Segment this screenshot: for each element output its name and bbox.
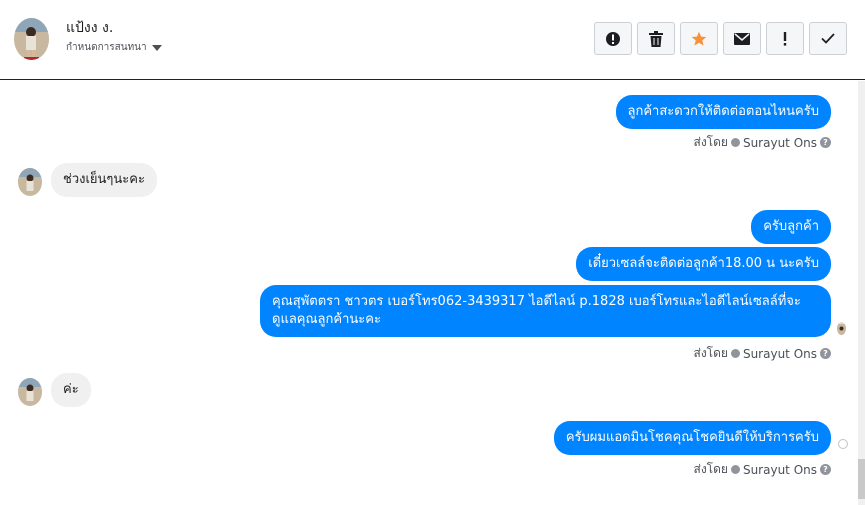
report-button[interactable] [594,22,632,55]
incoming-message[interactable]: ค่ะ [51,373,91,407]
sent-by-label: ส่งโดย [693,135,728,149]
sender-name[interactable]: Surayut Ons [743,347,817,361]
done-button[interactable] [809,22,847,55]
contact-avatar[interactable] [14,18,49,60]
outgoing-message[interactable]: ครับผมแอดมินโชคคุณโชคยินดีให้บริการครับ [553,421,831,455]
delivered-check-icon [838,439,848,449]
sent-by-info: ส่งโดย Surayut Ons ? [693,133,831,152]
contact-avatar-small[interactable] [18,378,42,406]
conversation-settings-label: กำหนดการสนทนา [66,42,147,53]
delete-button[interactable] [637,22,675,55]
star-button[interactable] [680,22,718,55]
envelope-icon [734,32,750,45]
star-icon [691,31,707,46]
sender-name[interactable]: Surayut Ons [743,463,817,477]
help-icon[interactable]: ? [820,348,831,359]
check-icon [821,33,835,44]
outgoing-message[interactable]: เดี๋ยวเซลล์จะติดต่อลูกค้า18.00 น นะครับ [576,247,831,281]
mail-button[interactable] [723,22,761,55]
outgoing-message[interactable]: คุณสุพัตตรา ชาวตร เบอร์โทร062-3439317 ไอ… [260,285,831,337]
sent-by-label: ส่งโดย [693,346,728,360]
page-icon [730,465,740,474]
page-icon [730,349,740,358]
sender-name[interactable]: Surayut Ons [743,136,817,150]
scrollbar-thumb[interactable] [858,459,865,499]
mark-important-button[interactable] [766,22,804,55]
help-icon[interactable]: ? [820,464,831,475]
help-icon[interactable]: ? [820,137,831,148]
sent-by-label: ส่งโดย [693,462,728,476]
alert-circle-icon [606,31,620,46]
contact-avatar-small[interactable] [18,168,42,196]
conversation-header: แป้งง ง. กำหนดการสนทนา [0,0,865,80]
incoming-message[interactable]: ช่วงเย็นๆนะคะ [51,163,157,197]
outgoing-message[interactable]: ครับลูกค้า [751,210,831,244]
trash-icon [649,30,663,47]
page-icon [730,138,740,147]
caret-down-icon [151,44,162,51]
sent-by-info: ส่งโดย Surayut Ons ? [693,460,831,479]
conversation-actions [594,22,847,55]
conversation-settings-dropdown[interactable]: กำหนดการสนทนา [66,40,162,55]
sent-by-info: ส่งโดย Surayut Ons ? [693,344,831,363]
contact-name[interactable]: แป้งง ง. [66,17,113,39]
seen-avatar [837,322,846,335]
thread-scrollbar[interactable] [858,81,865,505]
outgoing-message[interactable]: ลูกค้าสะดวกให้ติดต่อตอนไหนครับ [615,95,831,129]
exclamation-icon [783,31,787,46]
